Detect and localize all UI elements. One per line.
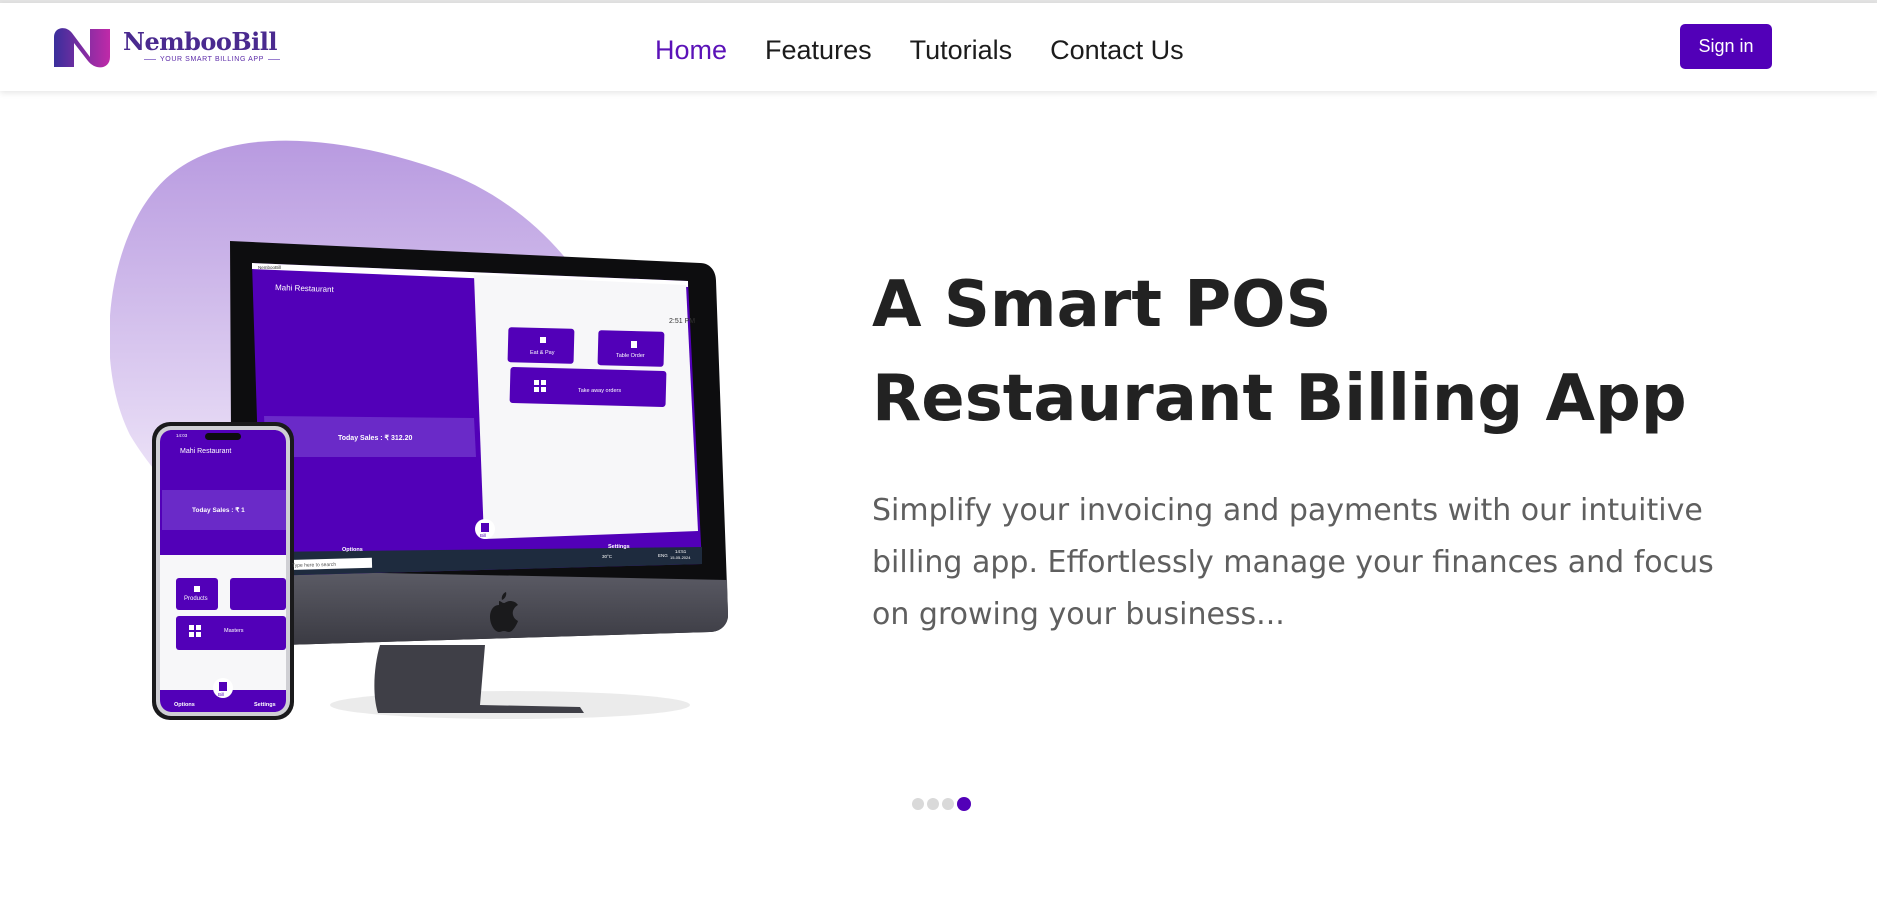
- phone-tile-products-label: Products: [184, 596, 208, 602]
- nemboo-logo-icon: [54, 28, 110, 68]
- mock-today-sales: Today Sales : ₹ 312.20: [338, 434, 412, 442]
- tile-eat-pay: [507, 327, 575, 364]
- phone-nav-options: Options: [174, 702, 195, 708]
- mock-window-title: NembooBill: [258, 265, 281, 270]
- tile-table-order: [597, 330, 665, 367]
- nav-features[interactable]: Features: [765, 30, 872, 70]
- brand-name: NembooBill: [123, 27, 278, 56]
- carousel-dot-1[interactable]: [912, 798, 924, 810]
- main-nav: Home Features Tutorials Contact Us: [655, 30, 1222, 70]
- phone-today-sales: Today Sales : ₹ 1: [192, 506, 245, 514]
- site-header: NembooBill YOUR SMART BILLING APP Home F…: [0, 3, 1877, 91]
- nav-contact-us[interactable]: Contact Us: [1050, 30, 1184, 70]
- carousel-dot-3[interactable]: [942, 798, 954, 810]
- tile-take-away: [509, 367, 667, 407]
- nav-tutorials[interactable]: Tutorials: [910, 30, 1013, 70]
- mock-clock: 14:51: [675, 549, 687, 554]
- phone-nav-settings: Settings: [254, 702, 276, 708]
- hero-illustration: NembooBill Mahi Restaurant 2:51 PM Today…: [110, 140, 728, 720]
- phone-tile-products: [176, 578, 218, 610]
- hero-description: Simplify your invoicing and payments wit…: [872, 493, 1714, 632]
- phone-time: 14:03: [176, 433, 188, 438]
- mock-lang: ENG: [658, 553, 668, 558]
- mock-nav-options: Options: [342, 547, 363, 553]
- hero-title: A Smart POS Restaurant Billing App: [872, 258, 1852, 446]
- phone-tile-masters-label: Masters: [224, 628, 244, 634]
- nav-home[interactable]: Home: [655, 30, 727, 70]
- mock-weather: 30°C: [602, 554, 613, 559]
- mock-tile-take-away: Take away orders: [578, 388, 621, 394]
- pos-panel: [474, 275, 698, 539]
- sign-in-button[interactable]: Sign in: [1680, 24, 1772, 69]
- brand-logo[interactable]: NembooBill YOUR SMART BILLING APP: [52, 23, 282, 73]
- carousel-indicators: [912, 797, 971, 811]
- carousel-dot-4[interactable]: [957, 797, 971, 811]
- mock-nav-bill: Bill: [480, 533, 486, 538]
- carousel-dot-2[interactable]: [927, 798, 939, 810]
- hero-title-line1: A Smart POS: [872, 268, 1332, 342]
- phone-restaurant-name: Mahi Restaurant: [180, 448, 231, 455]
- mock-date: 15-05-2024: [670, 555, 691, 560]
- mock-tile-eat-pay: Eat & Pay: [530, 350, 555, 356]
- mock-time: 2:51 PM: [669, 318, 695, 325]
- mock-tile-table-order: Table Order: [616, 353, 645, 359]
- brand-tagline: YOUR SMART BILLING APP: [140, 56, 284, 63]
- phone-nav-bill: Bill: [218, 692, 224, 697]
- mock-nav-settings: Settings: [608, 544, 630, 550]
- mock-taskbar-search: Type here to search: [292, 562, 337, 569]
- hero-title-line2: Restaurant Billing App: [872, 362, 1687, 436]
